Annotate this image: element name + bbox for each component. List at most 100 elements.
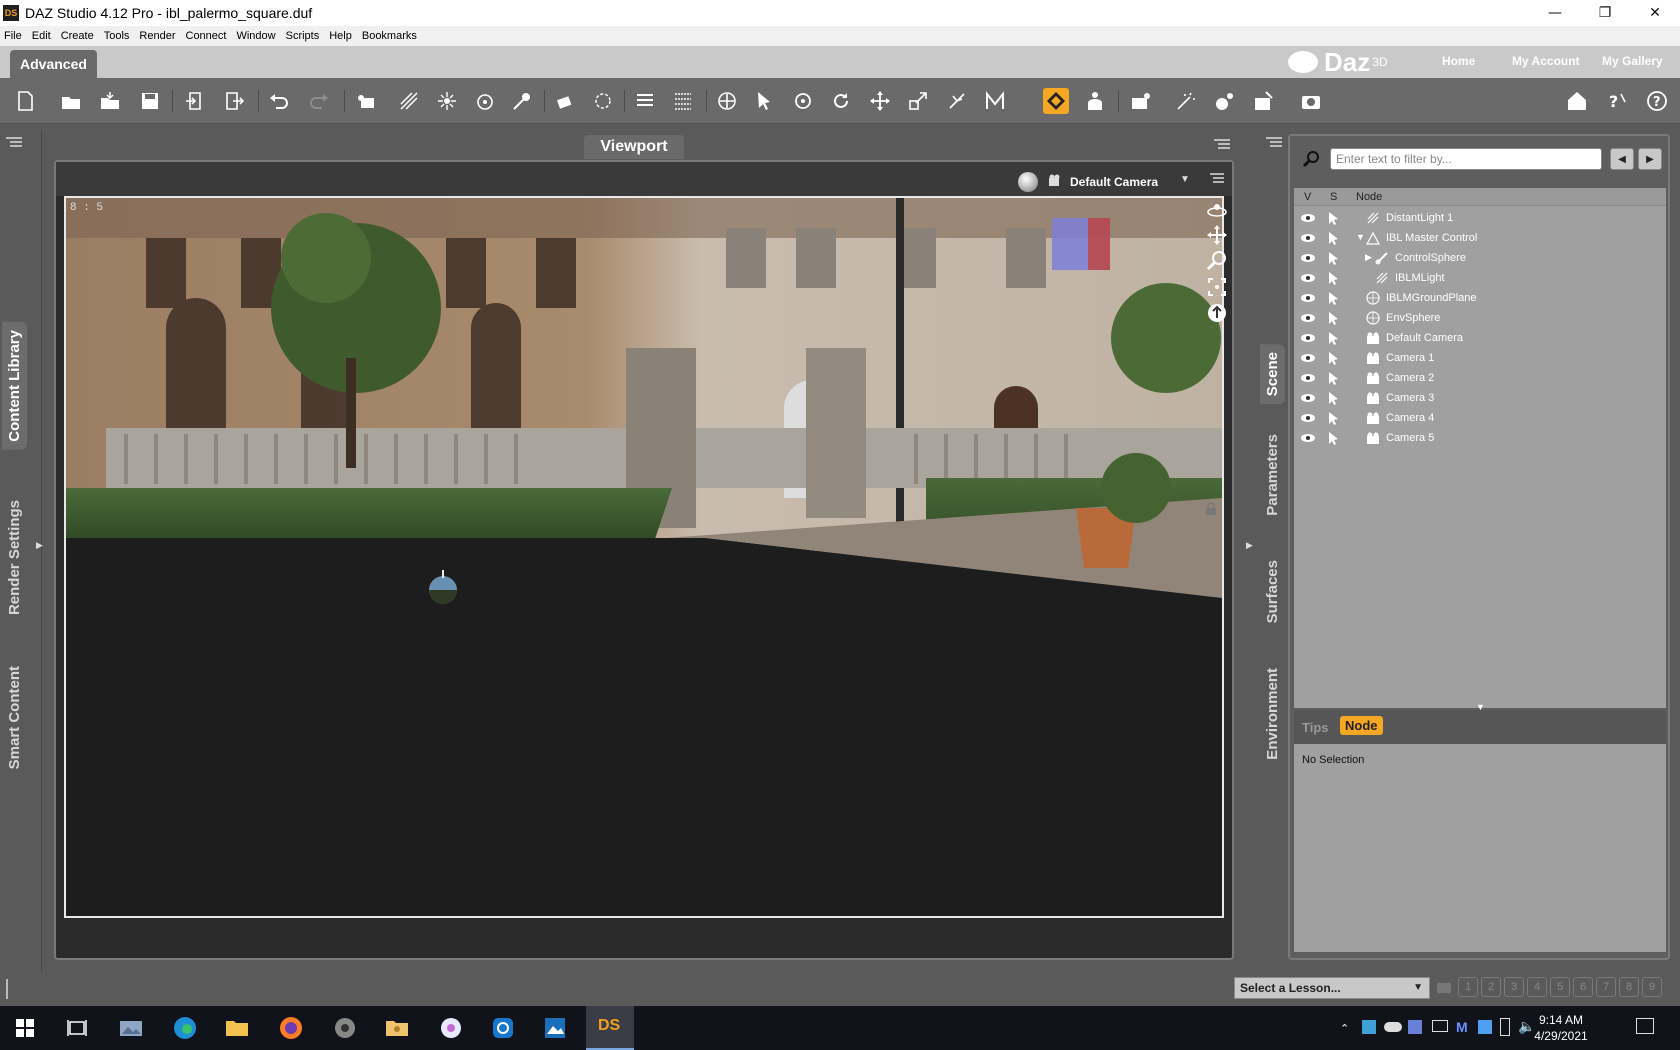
whats-this-icon[interactable]: ? — [1604, 88, 1630, 114]
selectable-arrow-icon[interactable] — [1326, 271, 1342, 285]
lesson-step[interactable]: 5 — [1550, 977, 1570, 997]
selectable-arrow-icon[interactable] — [1326, 351, 1342, 365]
pane-options-icon[interactable] — [4, 136, 24, 150]
create-group-icon[interactable] — [353, 88, 379, 114]
scene-node-row[interactable]: Default Camera — [1294, 328, 1666, 348]
tab-render-settings[interactable]: Render Settings — [6, 500, 23, 615]
linear-point-light-icon[interactable] — [509, 88, 535, 114]
filter-search-icon[interactable] — [1302, 150, 1320, 168]
menu-help[interactable]: Help — [329, 30, 352, 42]
open-folder-icon[interactable] — [58, 88, 84, 114]
expand-left-arrow-icon[interactable]: ▶ — [36, 540, 43, 551]
tab-content-library[interactable]: Content Library — [2, 322, 27, 450]
universal-tool-icon[interactable] — [714, 88, 740, 114]
viewport-tab[interactable]: Viewport — [584, 135, 684, 159]
merge-folder-icon[interactable] — [97, 88, 123, 114]
menu-file[interactable]: File — [4, 30, 22, 42]
lesson-step[interactable]: 4 — [1527, 977, 1547, 997]
filter-prev-button[interactable]: ◀ — [1610, 148, 1634, 170]
save-icon[interactable] — [137, 88, 163, 114]
visibility-eye-icon[interactable] — [1300, 231, 1316, 245]
expand-toggle-icon[interactable]: ▼ — [1356, 232, 1365, 242]
draw-style-icon[interactable] — [1018, 172, 1038, 192]
spot-render-icon[interactable] — [1173, 88, 1199, 114]
selectable-arrow-icon[interactable] — [1326, 431, 1342, 445]
my-gallery-link[interactable]: My Gallery — [1602, 54, 1663, 68]
reset-view-icon[interactable] — [1206, 302, 1228, 324]
iray-render-icon[interactable] — [1212, 88, 1238, 114]
visibility-eye-icon[interactable] — [1300, 351, 1316, 365]
grid-icon[interactable] — [670, 88, 696, 114]
malwarebytes-icon[interactable]: M — [1456, 1019, 1468, 1035]
scene-node-row[interactable]: Camera 5 — [1294, 428, 1666, 448]
pictures-app-icon[interactable] — [116, 1013, 146, 1043]
expand-right-arrow-icon[interactable]: ▶ — [1246, 540, 1253, 551]
folder-app-icon[interactable] — [382, 1013, 412, 1043]
selectable-arrow-icon[interactable] — [1326, 311, 1342, 325]
settings-gear-icon[interactable] — [330, 1013, 360, 1043]
scene-render-area[interactable]: 8 : 5 — [64, 196, 1224, 918]
orbit-icon[interactable] — [1206, 198, 1228, 220]
selectable-arrow-icon[interactable] — [1326, 211, 1342, 225]
scale-tool-icon[interactable] — [905, 88, 931, 114]
joint-editor-icon[interactable] — [944, 88, 970, 114]
import-icon[interactable] — [182, 88, 208, 114]
null-node-icon[interactable] — [590, 88, 616, 114]
start-windows-icon[interactable] — [10, 1013, 40, 1043]
selectable-arrow-icon[interactable] — [1326, 391, 1342, 405]
menu-edit[interactable]: Edit — [32, 30, 51, 42]
redo-icon[interactable] — [306, 88, 332, 114]
tab-tips[interactable]: Tips — [1302, 720, 1329, 735]
selectable-arrow-icon[interactable] — [1326, 331, 1342, 345]
restore-button[interactable]: ❐ — [1580, 0, 1630, 26]
camera-selector[interactable]: Default Camera — [1070, 175, 1158, 189]
new-file-icon[interactable] — [12, 88, 38, 114]
camera-snapshot-icon[interactable] — [1298, 88, 1324, 114]
tab-node[interactable]: Node — [1340, 716, 1383, 735]
scene-node-row[interactable]: IBLMGroundPlane — [1294, 288, 1666, 308]
taskbar-clock[interactable]: 9:14 AM 4/29/2021 — [1526, 1012, 1596, 1044]
visibility-eye-icon[interactable] — [1300, 371, 1316, 385]
menu-window[interactable]: Window — [236, 30, 275, 42]
menu-tools[interactable]: Tools — [104, 30, 130, 42]
surface-selection-icon[interactable] — [1043, 88, 1069, 114]
zoom-icon[interactable] — [1206, 250, 1228, 272]
file-explorer-icon[interactable] — [222, 1013, 252, 1043]
visibility-eye-icon[interactable] — [1300, 431, 1316, 445]
display-icon[interactable] — [1432, 1020, 1448, 1032]
visibility-eye-icon[interactable] — [1300, 211, 1316, 225]
new-camera-icon[interactable] — [552, 88, 578, 114]
selectable-arrow-icon[interactable] — [1326, 371, 1342, 385]
tray-overflow-icon[interactable]: ⌃ — [1340, 1022, 1349, 1035]
geometry-editor-icon[interactable] — [982, 88, 1008, 114]
filter-next-button[interactable]: ▶ — [1638, 148, 1662, 170]
rotate-tool-icon[interactable] — [790, 88, 816, 114]
align-icon[interactable] — [632, 88, 658, 114]
lesson-dropdown-icon[interactable]: ▼ — [1413, 982, 1423, 993]
visibility-eye-icon[interactable] — [1300, 391, 1316, 405]
scene-node-row[interactable]: EnvSphere — [1294, 308, 1666, 328]
help-icon[interactable]: ? — [1644, 88, 1670, 114]
daz-taskbar-button[interactable]: DS — [586, 1006, 634, 1050]
selectable-arrow-icon[interactable] — [1326, 291, 1342, 305]
battery-icon[interactable] — [1500, 1018, 1510, 1036]
selectable-arrow-icon[interactable] — [1326, 231, 1342, 245]
node-selection-icon[interactable] — [751, 88, 777, 114]
itunes-icon[interactable] — [436, 1013, 466, 1043]
col-selectable[interactable]: S — [1330, 191, 1337, 203]
scene-node-row[interactable]: IBLMLight — [1294, 268, 1666, 288]
viewport-options-icon[interactable] — [1208, 172, 1226, 186]
spot-light-icon[interactable] — [472, 88, 498, 114]
scene-node-row[interactable]: ▼ IBL Master Control — [1294, 228, 1666, 248]
minimize-button[interactable]: — — [1530, 0, 1580, 26]
pan-icon[interactable] — [1206, 224, 1228, 246]
scene-node-row[interactable]: Camera 4 — [1294, 408, 1666, 428]
menu-render[interactable]: Render — [139, 30, 175, 42]
my-account-link[interactable]: My Account — [1512, 54, 1580, 68]
instagram-icon[interactable] — [488, 1013, 518, 1043]
expand-toggle-icon[interactable]: ▶ — [1365, 252, 1372, 263]
viewport-pane-options-icon[interactable] — [1212, 138, 1232, 152]
tray-app-icon[interactable] — [1362, 1020, 1376, 1034]
menu-connect[interactable]: Connect — [186, 30, 227, 42]
selectable-arrow-icon[interactable] — [1326, 251, 1342, 265]
